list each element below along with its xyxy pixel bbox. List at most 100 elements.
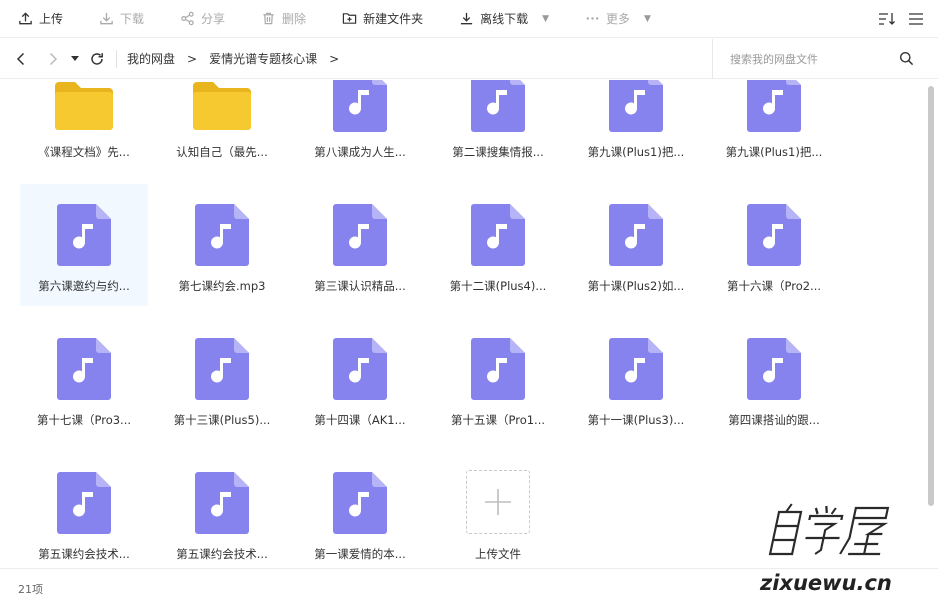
audio-file-item[interactable]: 第十一课(Plus3)... xyxy=(572,318,700,440)
music-note-icon xyxy=(195,204,249,266)
file-name: 认知自己（最先... xyxy=(176,145,268,159)
view-controls xyxy=(866,0,924,38)
audio-file-item[interactable]: 第十四课（AK1... xyxy=(296,318,424,440)
file-name: 《课程文档》先... xyxy=(38,145,130,159)
file-name: 第十一课(Plus3)... xyxy=(587,413,685,427)
audio-file-item[interactable]: 第十课(Plus2)如... xyxy=(572,184,700,306)
music-note-icon xyxy=(333,472,387,534)
music-note-icon xyxy=(747,80,801,132)
refresh-icon xyxy=(91,52,103,65)
forward-button[interactable] xyxy=(42,39,64,79)
file-name: 第三课认识精品... xyxy=(314,279,406,293)
new-folder-button[interactable]: 新建文件夹 xyxy=(342,0,423,38)
plus-icon xyxy=(485,489,511,515)
vertical-scrollbar[interactable] xyxy=(926,80,936,568)
file-name: 第十二课(Plus4)... xyxy=(449,279,547,293)
audio-file-item[interactable]: 第三课认识精品... xyxy=(296,184,424,306)
share-button[interactable]: 分享 xyxy=(180,0,225,38)
menu-button[interactable] xyxy=(908,11,924,27)
back-arrow-icon xyxy=(16,52,25,65)
offline-download-button[interactable]: 离线下载 ▼ xyxy=(459,0,549,38)
file-name: 第五课约会技术... xyxy=(38,547,130,561)
file-name: 第十六课（Pro2... xyxy=(726,279,822,293)
audio-file-item[interactable]: 第五课约会技术... xyxy=(20,452,148,568)
audio-file-item[interactable]: 第二课搜集情报... xyxy=(434,80,562,172)
file-thumbnail xyxy=(158,318,286,400)
caret-down-icon xyxy=(71,55,79,61)
upload-file-tile[interactable]: 上传文件 xyxy=(434,452,562,568)
audio-file-item[interactable]: 第十六课（Pro2... xyxy=(710,184,838,306)
folder-item[interactable]: 《课程文档》先... xyxy=(20,80,148,172)
download-button[interactable]: 下载 xyxy=(99,0,144,38)
share-icon xyxy=(181,11,194,26)
audio-file-item[interactable]: 第十三课(Plus5)... xyxy=(158,318,286,440)
file-name: 第六课邀约与约... xyxy=(38,279,130,293)
music-note-icon xyxy=(471,204,525,266)
navigation-bar: 我的网盘 > 爱情光谱专题核心课 > xyxy=(0,39,938,79)
download-icon xyxy=(100,12,113,25)
file-name: 第十课(Plus2)如... xyxy=(587,279,685,293)
breadcrumb-current[interactable]: 爱情光谱专题核心课 xyxy=(209,50,317,67)
search-input[interactable] xyxy=(730,52,890,66)
file-thumbnail xyxy=(296,318,424,400)
music-note-icon xyxy=(747,204,801,266)
file-thumbnail xyxy=(296,452,424,534)
scrollbar-thumb[interactable] xyxy=(928,86,934,506)
audio-file-item[interactable]: 第九课(Plus1)把... xyxy=(710,80,838,172)
trash-icon xyxy=(263,12,274,25)
refresh-button[interactable] xyxy=(86,39,108,79)
upload-label: 上传 xyxy=(39,12,64,26)
music-note-icon xyxy=(195,472,249,534)
music-note-icon xyxy=(471,338,525,400)
file-thumbnail xyxy=(710,184,838,266)
audio-file-item[interactable]: 第四课搭讪的跟... xyxy=(710,318,838,440)
file-name: 第九课(Plus1)把... xyxy=(587,145,685,159)
file-thumbnail xyxy=(710,80,838,132)
chevron-down-icon[interactable]: ▼ xyxy=(542,14,549,24)
new-folder-label: 新建文件夹 xyxy=(363,12,424,26)
breadcrumb-separator: > xyxy=(329,51,340,66)
music-note-icon xyxy=(57,338,111,400)
file-thumbnail xyxy=(296,80,424,132)
music-note-icon xyxy=(195,338,249,400)
file-list-area: 《课程文档》先... 认知自己（最先... 第八课成为人生... 第二课搜集情报...… xyxy=(0,80,924,568)
forward-arrow-icon xyxy=(49,52,58,65)
item-count: 21项 xyxy=(18,582,43,596)
back-button[interactable] xyxy=(0,39,42,79)
audio-file-item[interactable]: 第十二课(Plus4)... xyxy=(434,184,562,306)
upload-button[interactable]: 上传 xyxy=(18,0,63,38)
chevron-down-icon[interactable]: ▼ xyxy=(644,14,651,24)
file-name: 第一课爱情的本... xyxy=(314,547,406,561)
sort-icon xyxy=(879,13,895,25)
more-dots-icon xyxy=(586,17,599,20)
breadcrumb-root[interactable]: 我的网盘 xyxy=(127,50,175,67)
music-note-icon xyxy=(57,472,111,534)
audio-file-item[interactable]: 第十七课（Pro3... xyxy=(20,318,148,440)
audio-file-item[interactable]: 第六课邀约与约... xyxy=(20,184,148,306)
file-thumbnail xyxy=(296,184,424,266)
folder-icon xyxy=(193,82,251,130)
music-note-icon xyxy=(57,204,111,266)
file-name: 第五课约会技术... xyxy=(176,547,268,561)
file-thumbnail xyxy=(20,318,148,400)
audio-file-item[interactable]: 第五课约会技术... xyxy=(158,452,286,568)
folder-icon xyxy=(55,82,113,130)
file-thumbnail xyxy=(710,318,838,400)
upload-dropzone[interactable] xyxy=(466,470,530,534)
audio-file-item[interactable]: 第一课爱情的本... xyxy=(296,452,424,568)
offline-download-icon xyxy=(460,12,473,25)
history-dropdown[interactable] xyxy=(64,39,86,79)
folder-item[interactable]: 认知自己（最先... xyxy=(158,80,286,172)
more-button[interactable]: 更多 ▼ xyxy=(585,0,651,38)
delete-button[interactable]: 删除 xyxy=(261,0,306,38)
audio-file-item[interactable]: 第七课约会.mp3 xyxy=(158,184,286,306)
audio-file-item[interactable]: 第八课成为人生... xyxy=(296,80,424,172)
file-thumbnail xyxy=(572,184,700,266)
upload-thumbnail xyxy=(434,452,562,534)
sort-button[interactable] xyxy=(878,11,896,27)
audio-file-item[interactable]: 第十五课（Pro1... xyxy=(434,318,562,440)
file-thumbnail xyxy=(158,452,286,534)
search-icon[interactable] xyxy=(899,51,914,66)
file-thumbnail xyxy=(434,318,562,400)
audio-file-item[interactable]: 第九课(Plus1)把... xyxy=(572,80,700,172)
